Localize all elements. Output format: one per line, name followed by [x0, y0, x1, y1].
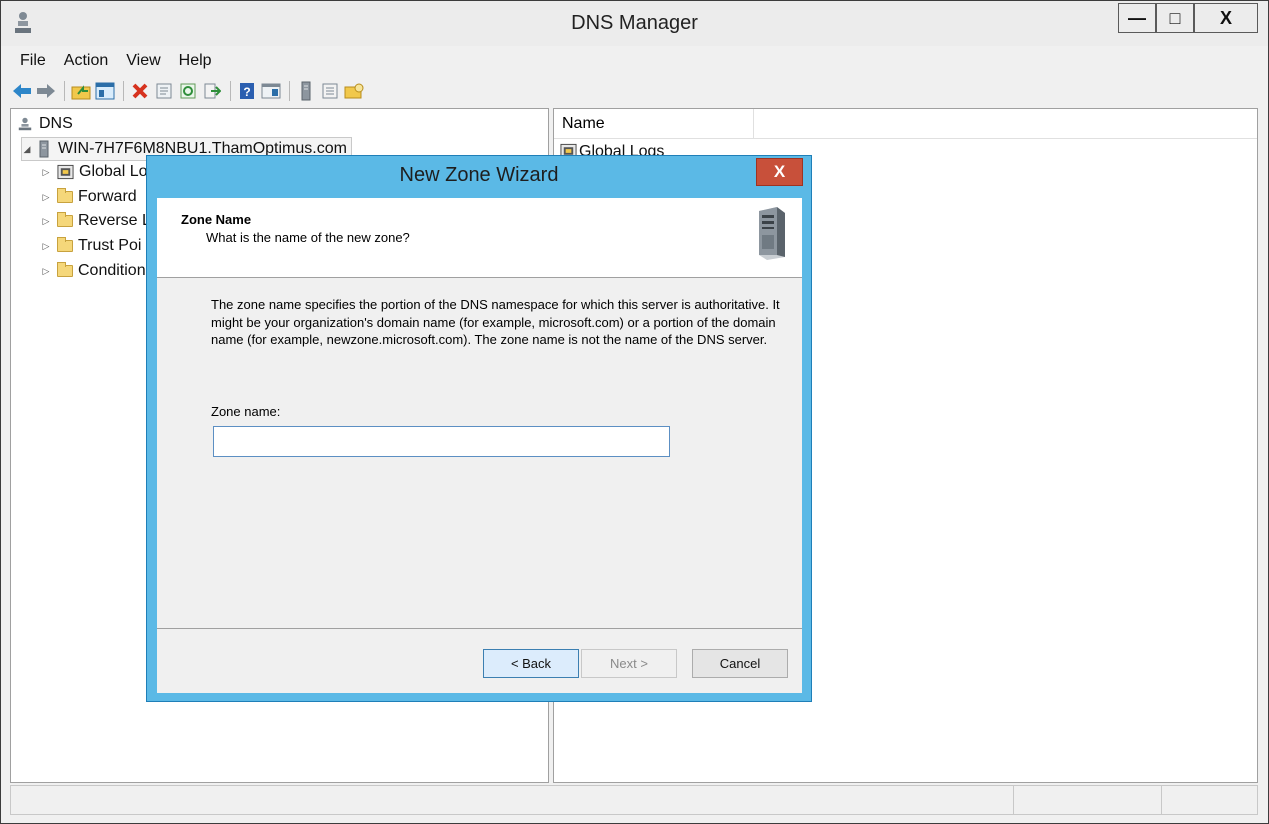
next-button[interactable]: Next >	[581, 649, 677, 678]
folder-options-icon[interactable]	[343, 80, 365, 102]
window-title: DNS Manager	[571, 12, 698, 34]
tree-item-conditional-forwarders[interactable]: ▷ Condition	[41, 260, 146, 282]
wizard-header: Zone Name What is the name of the new zo…	[157, 198, 802, 278]
tree-item-forward-lookup[interactable]: ▷ Forward	[41, 186, 137, 208]
delete-icon[interactable]	[129, 80, 151, 102]
toolbar: ?	[11, 76, 1259, 106]
global-logs-icon	[57, 164, 74, 180]
menu-view[interactable]: View	[117, 52, 169, 70]
close-icon: X	[773, 162, 786, 181]
show-action-pane-icon[interactable]	[260, 80, 282, 102]
tree-label: DNS	[39, 115, 73, 132]
dns-icon	[18, 117, 32, 131]
expand-arrow-icon[interactable]: ▷	[41, 216, 51, 227]
wizard-step-title: Zone Name	[181, 212, 252, 227]
close-icon: X	[1219, 7, 1232, 28]
expand-arrow-icon[interactable]: ▷	[41, 241, 51, 252]
svg-text:?: ?	[243, 85, 250, 99]
maximize-button[interactable]: □	[1156, 3, 1194, 33]
show-hide-tree-icon[interactable]	[94, 80, 116, 102]
wizard-step-subtitle: What is the name of the new zone?	[206, 230, 410, 245]
tree-label: Trust Poi	[78, 237, 142, 254]
tree-label: Condition	[78, 262, 146, 279]
folder-icon	[57, 212, 73, 227]
toolbar-separator	[230, 81, 231, 101]
collapse-arrow-icon[interactable]: ◢	[22, 144, 32, 155]
folder-icon	[57, 188, 73, 203]
properties-icon[interactable]	[153, 80, 175, 102]
zone-name-input[interactable]	[213, 426, 670, 457]
title-bar[interactable]: DNS Manager — □ X	[1, 1, 1268, 46]
tree-item-global-logs[interactable]: ▷ Global Lo	[41, 161, 148, 183]
up-folder-icon[interactable]	[70, 80, 92, 102]
toolbar-separator	[64, 81, 65, 101]
menu-file[interactable]: File	[11, 52, 55, 70]
minimize-button[interactable]: —	[1118, 3, 1156, 33]
toolbar-separator	[123, 81, 124, 101]
column-header-name[interactable]: Name	[554, 109, 754, 139]
divider	[157, 628, 802, 629]
tree-label: Global Lo	[79, 163, 148, 180]
folder-icon	[57, 262, 73, 277]
server-icon	[39, 140, 49, 158]
tree-label: Reverse L	[78, 212, 151, 229]
new-zone-wizard-dialog: New Zone Wizard X Zone Name What is the …	[146, 155, 812, 702]
back-button[interactable]: < Back	[483, 649, 579, 678]
column-header-row: Name	[554, 109, 1257, 139]
menu-action[interactable]: Action	[55, 52, 117, 70]
status-segment	[1161, 786, 1257, 814]
close-button[interactable]: X	[1194, 3, 1258, 33]
server-icon[interactable]	[295, 80, 317, 102]
toolbar-separator	[289, 81, 290, 101]
maximize-icon: □	[1169, 7, 1181, 28]
dialog-close-button[interactable]: X	[756, 158, 803, 186]
expand-arrow-icon[interactable]: ▷	[41, 266, 51, 277]
wizard-description: The zone name specifies the portion of t…	[211, 297, 780, 348]
refresh-icon[interactable]	[177, 80, 199, 102]
forward-arrow-icon[interactable]	[35, 80, 57, 102]
cancel-button[interactable]: Cancel	[692, 649, 788, 678]
server-tower-icon	[759, 207, 785, 260]
expand-arrow-icon[interactable]: ▷	[41, 192, 51, 203]
menu-bar: File Action View Help	[11, 48, 1259, 74]
zone-name-label: Zone name:	[211, 404, 281, 419]
back-arrow-icon[interactable]	[11, 80, 33, 102]
folder-icon	[57, 237, 73, 252]
tree-item-reverse-lookup[interactable]: ▷ Reverse L	[41, 210, 151, 232]
tree-item-dns-root[interactable]: DNS	[17, 113, 73, 135]
dialog-title: New Zone Wizard	[399, 164, 559, 186]
status-bar	[10, 785, 1258, 815]
list-view-icon[interactable]	[319, 80, 341, 102]
expand-arrow-icon[interactable]: ▷	[41, 167, 51, 178]
menu-help[interactable]: Help	[170, 52, 221, 70]
minimize-icon: —	[1128, 7, 1146, 28]
help-icon[interactable]: ?	[236, 80, 258, 102]
dialog-body: Zone Name What is the name of the new zo…	[157, 198, 802, 693]
tree-label: Forward	[78, 188, 137, 205]
tree-item-trust-points[interactable]: ▷ Trust Poi	[41, 235, 141, 257]
status-segment	[1013, 786, 1161, 814]
export-list-icon[interactable]	[201, 80, 223, 102]
